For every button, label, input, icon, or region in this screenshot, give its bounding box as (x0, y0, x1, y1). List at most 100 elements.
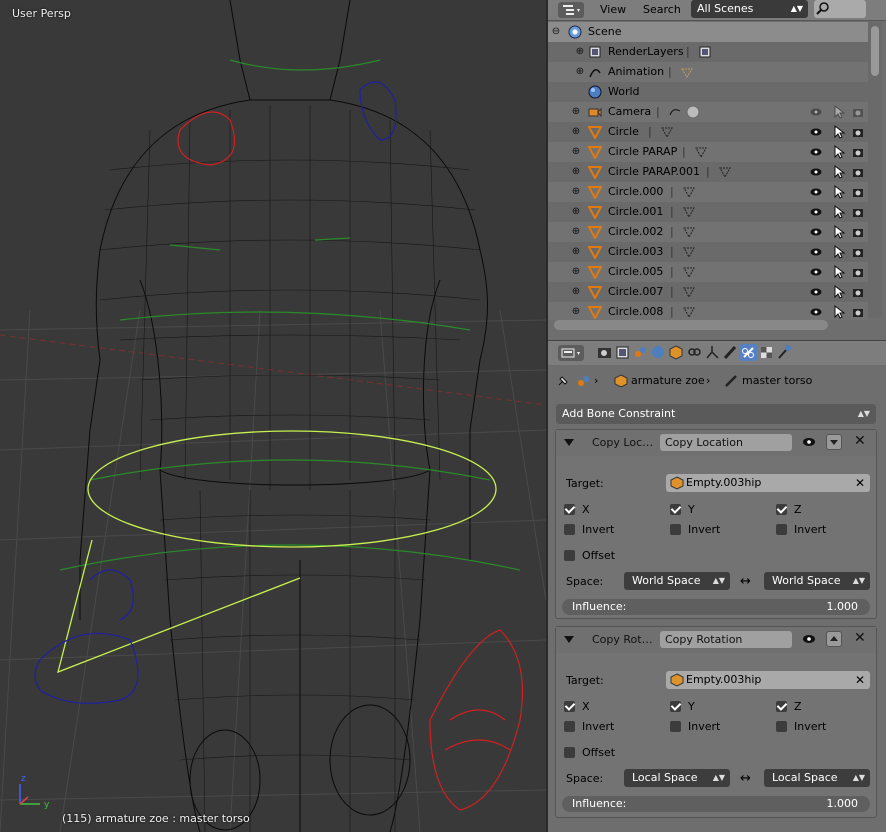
eye-icon[interactable] (810, 266, 822, 278)
target-field[interactable]: Empty.003hip ✕ (666, 474, 870, 492)
expand-icon[interactable]: ⊕ (571, 302, 581, 320)
outliner-row-circle-007[interactable]: ⊕ Circle.007 | (548, 282, 868, 302)
editor-type-button[interactable] (558, 345, 584, 361)
render-icon[interactable] (852, 166, 864, 178)
cursor-icon[interactable] (833, 165, 845, 179)
collapse-icon[interactable]: ⊖ (551, 22, 561, 42)
collapse-triangle-icon[interactable] (564, 636, 574, 643)
editor-type-button[interactable] (558, 2, 584, 18)
add-bone-constraint-dropdown[interactable]: Add Bone Constraint ▲▼ (556, 404, 876, 424)
outliner-row-animation[interactable]: ⊕ Animation | (548, 62, 868, 82)
owner-space-dropdown[interactable]: Local Space ▲▼ (624, 769, 730, 787)
render-icon[interactable] (852, 306, 864, 318)
cursor-icon[interactable] (833, 245, 845, 259)
use-z-checkbox[interactable] (776, 504, 787, 515)
physics-tab-icon[interactable] (776, 344, 793, 361)
render-icon[interactable] (852, 226, 864, 238)
clear-icon[interactable]: ✕ (855, 671, 865, 689)
expand-icon[interactable]: ⊕ (575, 62, 585, 82)
render-icon[interactable] (852, 106, 864, 118)
cursor-icon[interactable] (833, 105, 845, 119)
constraints-tab-icon[interactable] (686, 344, 703, 361)
clear-icon[interactable]: ✕ (855, 474, 865, 492)
eye-icon[interactable] (810, 106, 822, 118)
move-down-button[interactable] (826, 434, 842, 450)
cursor-icon[interactable] (833, 265, 845, 279)
scenes-dropdown[interactable]: All Scenes ▲▼ (691, 0, 808, 18)
bone-constraints-tab-icon[interactable] (740, 344, 757, 361)
influence-slider[interactable]: Influence: 1.000 (562, 796, 870, 812)
eye-icon[interactable] (810, 206, 822, 218)
bone-tab-icon[interactable] (722, 344, 739, 361)
outliner-row-circle-008[interactable]: ⊕ Circle.008 | (548, 302, 868, 320)
renderlayers-tab-icon[interactable] (614, 344, 631, 361)
offset-checkbox[interactable] (564, 747, 575, 758)
expand-icon[interactable]: ⊕ (571, 262, 581, 282)
outliner-row-renderlayers[interactable]: ⊕ RenderLayers | (548, 42, 868, 62)
constraint-panel-header[interactable]: Copy Loc… Copy Location ✕ (556, 430, 876, 456)
use-x-checkbox[interactable] (564, 701, 575, 712)
eye-icon[interactable] (802, 436, 816, 448)
expand-icon[interactable]: ⊕ (571, 142, 581, 162)
scene-tab-icon[interactable] (632, 344, 649, 361)
render-tab-icon[interactable] (596, 344, 613, 361)
render-icon[interactable] (852, 246, 864, 258)
expand-icon[interactable]: ⊕ (571, 182, 581, 202)
invert-x-checkbox[interactable] (564, 524, 575, 535)
3d-viewport[interactable]: z y User Persp (115) armature zoe : mast… (0, 0, 546, 832)
render-icon[interactable] (852, 266, 864, 278)
cursor-icon[interactable] (833, 125, 845, 139)
outliner-row-circle-000[interactable]: ⊕ Circle.000 | (548, 182, 868, 202)
outliner-row-circle[interactable]: ⊕ Circle | (548, 122, 868, 142)
expand-icon[interactable]: ⊕ (571, 282, 581, 302)
target-field[interactable]: Empty.003hip ✕ (666, 671, 870, 689)
eye-icon[interactable] (810, 286, 822, 298)
owner-space-dropdown[interactable]: World Space ▲▼ (624, 572, 730, 590)
outliner-row-scene[interactable]: ⊖ Scene (548, 22, 868, 42)
render-icon[interactable] (852, 206, 864, 218)
constraint-name-field[interactable]: Copy Rotation (660, 631, 792, 648)
outliner-row-circle-005[interactable]: ⊕ Circle.005 | (548, 262, 868, 282)
eye-icon[interactable] (810, 306, 822, 318)
eye-icon[interactable] (810, 246, 822, 258)
use-z-checkbox[interactable] (776, 701, 787, 712)
use-y-checkbox[interactable] (670, 701, 681, 712)
eye-icon[interactable] (810, 186, 822, 198)
expand-icon[interactable]: ⊕ (571, 162, 581, 182)
pin-icon[interactable] (556, 374, 570, 388)
target-space-dropdown[interactable]: World Space ▲▼ (764, 572, 870, 590)
cursor-icon[interactable] (833, 185, 845, 199)
outliner-search-input[interactable] (814, 0, 866, 18)
cursor-icon[interactable] (833, 285, 845, 299)
eye-icon[interactable] (810, 146, 822, 158)
outliner-row-world[interactable]: World (548, 82, 868, 102)
render-icon[interactable] (852, 146, 864, 158)
use-x-checkbox[interactable] (564, 504, 575, 515)
render-icon[interactable] (852, 126, 864, 138)
cursor-icon[interactable] (833, 205, 845, 219)
armature-data-tab-icon[interactable] (704, 344, 721, 361)
object-tab-icon[interactable] (668, 344, 685, 361)
use-y-checkbox[interactable] (670, 504, 681, 515)
scrollbar-thumb[interactable] (871, 26, 879, 76)
outliner-horizontal-scrollbar[interactable] (554, 320, 828, 330)
constraint-panel-header[interactable]: Copy Rot… Copy Rotation ✕ (556, 627, 876, 653)
invert-x-checkbox[interactable] (564, 721, 575, 732)
search-menu[interactable]: Search (643, 2, 681, 18)
render-icon[interactable] (852, 286, 864, 298)
expand-icon[interactable]: ⊕ (575, 42, 585, 62)
outliner-row-circle-001[interactable]: ⊕ Circle.001 | (548, 202, 868, 222)
outliner-row-camera[interactable]: ⊕ Camera | (548, 102, 868, 122)
texture-tab-icon[interactable] (758, 344, 775, 361)
expand-icon[interactable]: ⊕ (571, 122, 581, 142)
offset-checkbox[interactable] (564, 550, 575, 561)
outliner-vertical-scrollbar[interactable] (868, 22, 882, 318)
cursor-icon[interactable] (833, 145, 845, 159)
eye-icon[interactable] (810, 226, 822, 238)
move-up-button[interactable] (826, 631, 842, 647)
expand-icon[interactable]: ⊕ (571, 102, 581, 122)
invert-z-checkbox[interactable] (776, 721, 787, 732)
constraint-name-field[interactable]: Copy Location (660, 434, 792, 451)
view-menu[interactable]: View (600, 2, 626, 18)
expand-icon[interactable]: ⊕ (571, 242, 581, 262)
